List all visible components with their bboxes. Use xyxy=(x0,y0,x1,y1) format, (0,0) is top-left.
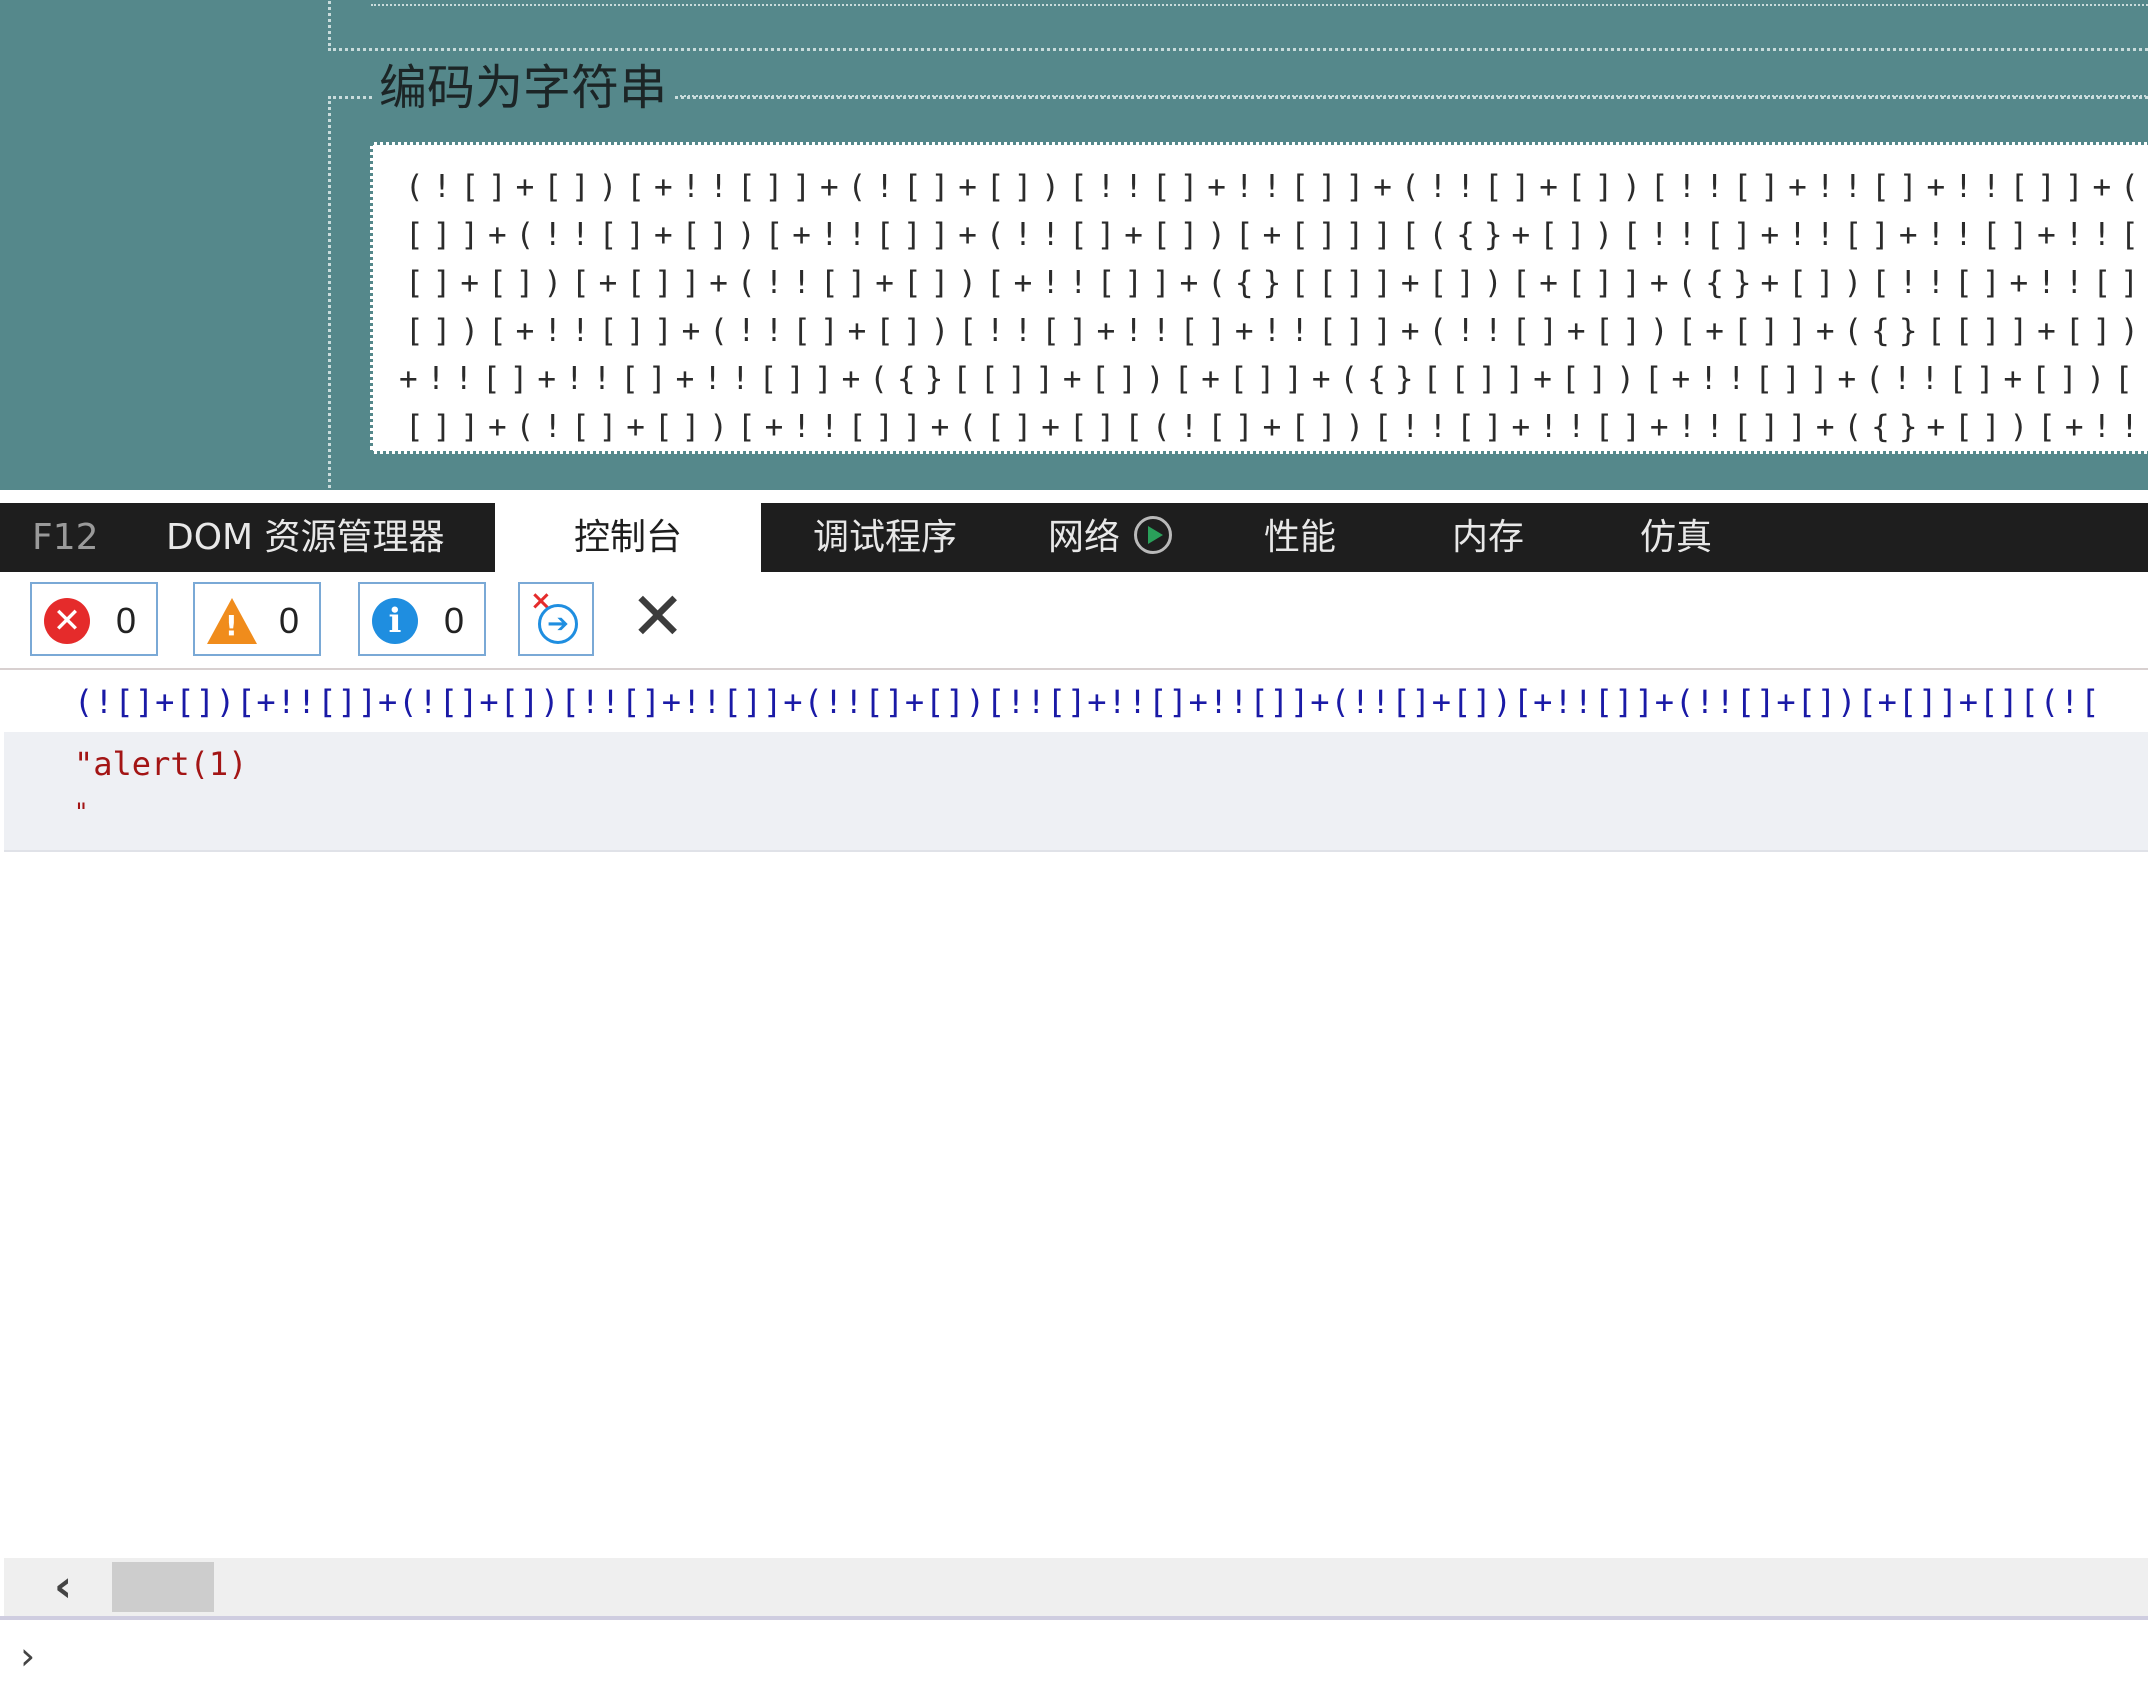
tab-performance[interactable]: 性能 xyxy=(1264,503,1336,572)
scrollbar-thumb[interactable] xyxy=(112,1562,214,1612)
warnings-count: 0 xyxy=(279,600,300,641)
clear-console-button[interactable]: ✕ xyxy=(630,580,685,654)
tab-console[interactable]: 控制台 xyxy=(495,503,761,572)
web-page-area: 编码为字符串 (![]+[])[+!![]]+(![]+[])[!![]+!![… xyxy=(0,0,2148,490)
info-count: 0 xyxy=(444,600,465,641)
prompt-chevron-icon: › xyxy=(20,1634,36,1678)
encoded-output-textarea[interactable]: (![]+[])[+!![]]+(![]+[])[!![]+!![]]+(!![… xyxy=(370,142,2148,454)
tab-emulation[interactable]: 仿真 xyxy=(1640,503,1712,572)
result-line: " xyxy=(74,798,89,826)
info-icon: i xyxy=(372,598,418,644)
encoded-line: []+[])[+[]]+(!![]+[])[+!![]]+({}[[]]+[])… xyxy=(405,265,2148,301)
console-input-echo: (![]+[])[+!![]]+(![]+[])[!![]+!![]]+(!![… xyxy=(0,670,2148,732)
scroll-left-arrow-icon[interactable]: ‹ xyxy=(54,1562,72,1612)
console-toolbar: ✕ 0 ! 0 i 0 × ➔ ✕ xyxy=(0,572,2148,668)
tabbar-gap xyxy=(0,490,2148,503)
tab-network[interactable]: 网络 xyxy=(1048,503,1173,572)
encoded-line: +!![]+!![]+!![]]+({}[[]]+[])[+[]]+({}[[]… xyxy=(399,361,2148,397)
console-input[interactable]: › xyxy=(0,1620,2148,1695)
warning-icon-mark: ! xyxy=(225,609,238,642)
tab-network-label: 网络 xyxy=(1048,517,1121,558)
error-icon: ✕ xyxy=(44,598,90,644)
horizontal-scrollbar[interactable]: ‹ xyxy=(4,1558,2148,1616)
upper-panel-border xyxy=(328,0,2148,51)
navigate-arrow-icon: ➔ xyxy=(538,604,578,644)
tab-dom-explorer[interactable]: DOM 资源管理器 xyxy=(166,503,445,572)
devtools-tab-bar: F12 DOM 资源管理器 控制台 调试程序 网络 性能 内存 仿真 xyxy=(0,503,2148,572)
result-line: "alert(1) xyxy=(74,745,248,783)
encoded-line: (![]+[])[+!![]]+(![]+[])[!![]+!![]]+(!![… xyxy=(405,169,2148,205)
console-result: "alert(1) " xyxy=(4,732,2148,852)
errors-count: 0 xyxy=(116,600,137,641)
echo-text: (![]+[])[+!![]]+(![]+[])[!![]+!![]]+(!![… xyxy=(74,683,2101,721)
fieldset-legend: 编码为字符串 xyxy=(373,60,674,116)
play-icon xyxy=(1134,516,1173,554)
encoded-line: []]+(![]+[])[+!![]]+([]+[][(![]+[])[!![]… xyxy=(405,409,2148,445)
encoded-line: [])[+!![]]+(!![]+[])[!![]+!![]+!![]]+(!!… xyxy=(405,313,2148,349)
encoded-line: []]+(!![]+[])[+!![]]+(!![]+[])[+[]]][({}… xyxy=(405,217,2148,253)
fieldset-dotted-line xyxy=(680,95,2148,97)
info-filter-button[interactable]: i 0 xyxy=(358,582,486,656)
errors-filter-button[interactable]: ✕ 0 xyxy=(30,582,158,656)
tab-f12: F12 xyxy=(32,517,99,558)
tab-debugger[interactable]: 调试程序 xyxy=(813,503,957,572)
warnings-filter-button[interactable]: ! 0 xyxy=(193,582,321,656)
clear-on-navigate-button[interactable]: × ➔ xyxy=(518,582,594,656)
tab-memory[interactable]: 内存 xyxy=(1452,503,1524,572)
